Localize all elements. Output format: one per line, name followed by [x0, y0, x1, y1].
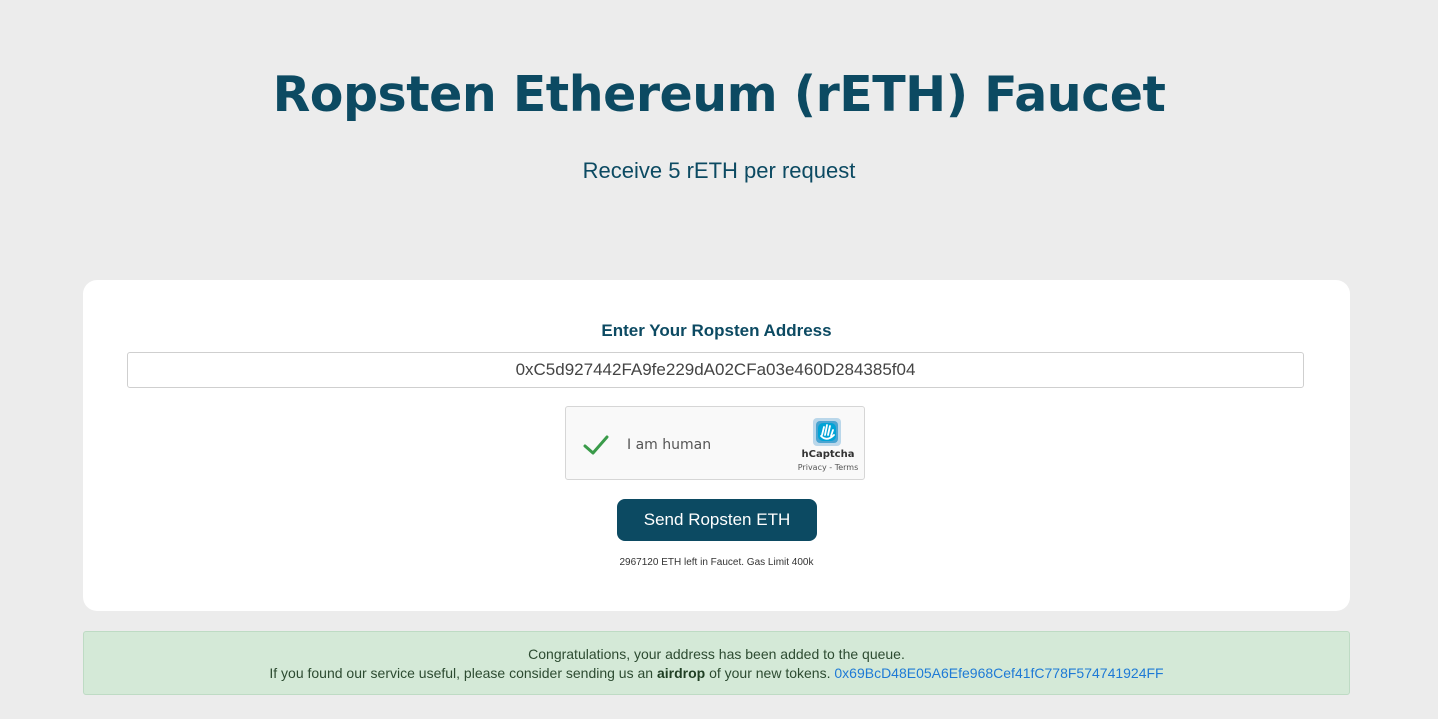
hcaptcha-widget[interactable]: I am human hCaptcha Privacy - Terms	[565, 406, 865, 480]
send-ropsten-eth-button[interactable]: Send Ropsten ETH	[617, 499, 817, 541]
faucet-card: Enter Your Ropsten Address I am human hC…	[83, 280, 1350, 611]
alert-text-before: If you found our service useful, please …	[269, 665, 654, 681]
faucet-balance-info: 2967120 ETH left in Faucet. Gas Limit 40…	[619, 557, 814, 568]
captcha-label: I am human	[627, 437, 712, 453]
airdrop-text: airdrop	[656, 665, 706, 681]
alert-message: Congratulations, your address has been a…	[528, 646, 905, 662]
alert-text-after: of your new tokens.	[709, 665, 831, 681]
page-title: Ropsten Ethereum (rETH) Faucet	[272, 66, 1166, 123]
captcha-privacy-terms[interactable]: Privacy - Terms	[793, 463, 863, 472]
address-label: Enter Your Ropsten Address	[601, 321, 832, 340]
success-alert: Congratulations, your address has been a…	[83, 631, 1350, 695]
address-input[interactable]	[127, 352, 1304, 388]
checkmark-icon[interactable]	[582, 433, 610, 457]
page-subtitle: Receive 5 rETH per request	[582, 158, 856, 183]
captcha-brand: hCaptcha	[801, 449, 855, 460]
donation-address-link[interactable]: 0x69BcD48E05A6Efe968Cef41fC778F574741924…	[834, 665, 1163, 681]
hcaptcha-logo-icon	[813, 418, 841, 446]
alert-donation-message: If you found our service useful, please …	[84, 665, 1349, 681]
